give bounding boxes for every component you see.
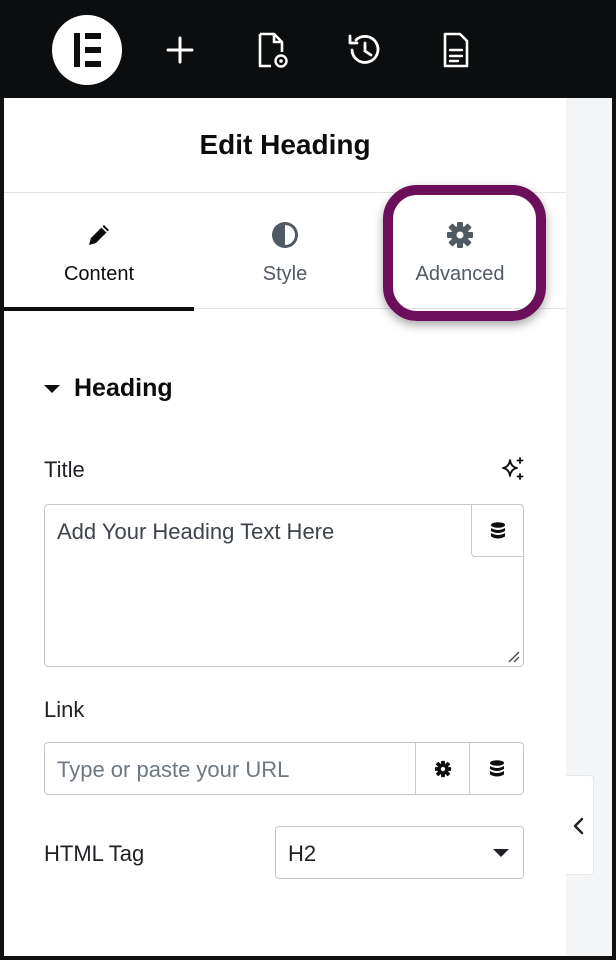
tab-content[interactable]: Content [4,193,194,311]
link-dynamic-tags-button[interactable] [469,742,524,795]
elementor-logo-icon[interactable] [52,15,122,85]
link-options-button[interactable] [415,742,469,795]
title-field-label: Title [44,457,85,482]
title-textarea[interactable]: Add Your Heading Text Here [44,504,524,667]
tab-content-label: Content [63,263,135,285]
tab-style[interactable]: Style [190,193,380,309]
advanced-tab-highlight [383,185,546,321]
active-tab-indicator [4,307,194,311]
title-placeholder: Add Your Heading Text Here [57,519,335,544]
ai-sparkle-icon[interactable] [500,456,526,482]
top-toolbar [0,0,616,98]
chevron-left-icon [573,817,584,835]
html-tag-select[interactable]: H2 [275,826,524,879]
document-icon[interactable] [436,28,476,72]
panel-title: Edit Heading [4,98,566,193]
dynamic-tags-button[interactable] [471,504,524,557]
section-toggle-heading[interactable]: Heading [44,372,173,404]
link-field-label: Link [44,697,85,722]
caret-down-icon [44,385,60,393]
database-icon [490,759,504,776]
link-placeholder: Type or paste your URL [57,757,290,782]
half-circle-icon [269,219,301,251]
html-tag-label: HTML Tag [44,841,145,866]
history-icon[interactable] [344,28,384,72]
chevron-down-icon [493,849,509,857]
link-input[interactable]: Type or paste your URL [44,742,524,795]
plus-icon[interactable] [160,28,200,72]
page-settings-icon[interactable] [252,28,292,72]
pencil-icon [83,219,115,251]
tab-style-label: Style [262,263,308,285]
collapse-panel-button[interactable] [564,775,594,875]
html-tag-value: H2 [288,841,317,866]
gear-icon [434,760,451,777]
section-title: Heading [74,373,173,402]
resize-grip-icon[interactable] [506,649,520,663]
database-icon [490,521,505,538]
